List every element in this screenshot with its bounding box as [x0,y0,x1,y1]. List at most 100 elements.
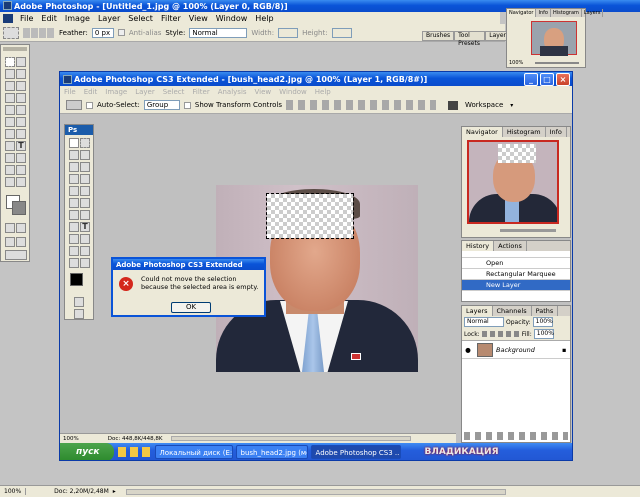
cs3-foreground-color[interactable] [70,273,83,286]
quicklaunch-icons[interactable] [117,447,152,457]
background-color[interactable] [12,201,26,215]
blend-mode-select[interactable]: Normal [464,317,504,327]
tab-layers[interactable]: Layers [582,9,604,17]
eyedropper-icon[interactable] [16,165,26,175]
selection-mode-icons[interactable] [23,27,55,38]
cs3-zoom-icon[interactable] [80,258,90,268]
cs3-crop-tool-icon[interactable] [69,162,79,172]
maximize-button[interactable]: □ [540,72,554,86]
tab-histogram[interactable]: Histogram [551,9,582,17]
align-icons[interactable] [285,100,436,110]
cs3-shape-icon[interactable] [80,234,90,244]
navigator-zoom-slider[interactable] [500,229,556,232]
workspace-dropdown-icon[interactable]: ▾ [510,102,513,109]
tab-cs3-layers[interactable]: Layers [462,306,493,316]
cs3-notes-icon[interactable] [69,246,79,256]
cs3-gradient-icon[interactable] [80,198,90,208]
cs3-eraser-icon[interactable] [69,198,79,208]
shape-tool-icon[interactable] [16,153,26,163]
tab-cs3-navigator[interactable]: Navigator [462,127,503,137]
layer-visibility-icon[interactable]: ● [462,346,474,354]
tab-cs3-histogram[interactable]: Histogram [503,127,546,137]
taskbar-item-disk[interactable]: Локальный диск (E:) [154,445,233,459]
auto-select-checkbox[interactable] [86,101,93,109]
history-snapshot[interactable] [462,251,570,258]
cs3-eyedropper-icon[interactable] [80,246,90,256]
close-button[interactable]: × [556,72,570,86]
cs3-menu-filter[interactable]: Filter [188,88,213,96]
cs3-type-icon[interactable]: T [80,222,90,232]
layers-footer-icons[interactable] [464,432,568,440]
taskbar-item-photoshop[interactable]: Adobe Photoshop CS3 ... [310,445,401,459]
brush-tool-icon[interactable] [16,93,26,103]
fill-input[interactable]: 100% [533,329,554,339]
menu-view[interactable]: View [185,14,212,23]
tab-tool-presets[interactable]: Tool Presets [454,31,486,47]
healing-brush-icon[interactable] [5,93,15,103]
minimize-button[interactable]: _ [524,72,538,86]
outer-status-arrow[interactable]: ▸ [113,488,116,495]
cs3-brush-icon[interactable] [80,174,90,184]
menu-filter[interactable]: Filter [157,14,185,23]
notes-tool-icon[interactable] [5,165,15,175]
hand-tool-icon[interactable] [5,177,15,187]
cs3-scrollbar[interactable] [170,436,411,441]
cs3-screen-mode-icon[interactable] [74,309,84,319]
history-brush-icon[interactable] [16,105,26,115]
cs3-path-select-icon[interactable] [69,234,79,244]
cs3-lasso-tool-icon[interactable] [69,150,79,160]
cs3-dodge-icon[interactable] [80,210,90,220]
cs3-hand-icon[interactable] [69,258,79,268]
cs3-move-tool-icon[interactable] [69,138,79,148]
layer-row-background[interactable]: ● Background ▪ [462,341,570,359]
outer-scrollbar[interactable] [125,488,506,495]
feather-input[interactable]: 0 px [91,27,114,38]
transform-checkbox[interactable] [183,101,191,109]
magic-wand-icon[interactable] [16,69,26,79]
antialias-checkbox[interactable] [117,29,125,36]
tab-channels[interactable]: Channels [493,306,532,316]
fullscreen-mode-icon[interactable] [16,237,26,247]
move-tool-preset-icon[interactable] [66,100,82,110]
history-item[interactable]: Open [462,258,570,269]
height-input[interactable] [331,27,352,38]
tab-cs3-info[interactable]: Info [546,127,567,137]
cs3-menu-window[interactable]: Window [275,88,311,96]
pen-tool-icon[interactable] [5,153,15,163]
quick-mask-icon[interactable] [5,223,15,233]
workspace-icon[interactable] [447,100,458,110]
ps-menu-icon[interactable] [3,13,13,23]
clone-stamp-icon[interactable] [5,105,15,115]
workspace-button[interactable]: Workspace [462,101,506,109]
outer-nav-slider[interactable] [535,62,579,64]
menu-image[interactable]: Image [61,14,94,23]
cs3-blur-icon[interactable] [69,210,79,220]
menu-select[interactable]: Select [124,14,157,23]
menu-help[interactable]: Help [251,14,277,23]
cs3-menu-file[interactable]: File [60,88,80,96]
cs3-menu-help[interactable]: Help [311,88,335,96]
cs3-healing-icon[interactable] [69,174,79,184]
tab-actions[interactable]: Actions [494,241,527,251]
cs3-slice-tool-icon[interactable] [80,162,90,172]
eraser-tool-icon[interactable] [5,117,15,127]
tab-navigator[interactable]: Navigator [507,9,537,17]
tab-brushes[interactable]: Brushes [422,31,455,41]
cs3-quick-select-icon[interactable] [80,150,90,160]
marquee-preset-icon[interactable] [3,26,19,39]
cs3-menu-image[interactable]: Image [101,88,131,96]
menu-layer[interactable]: Layer [94,14,124,23]
zoom-tool-icon[interactable] [16,177,26,187]
standard-mode-icon[interactable] [16,223,26,233]
tab-paths[interactable]: Paths [532,306,559,316]
taskbar-item-bush[interactable]: bush_head2.jpg (моо... [235,445,308,459]
screen-mode-icon[interactable] [5,237,15,247]
path-select-icon[interactable] [5,141,15,151]
lock-icons[interactable] [481,331,520,337]
type-tool-icon[interactable]: T [16,141,26,151]
cs3-history-brush-icon[interactable] [80,186,90,196]
lasso-tool-icon[interactable] [5,69,15,79]
crop-tool-icon[interactable] [5,81,15,91]
jump-to-icon[interactable] [5,250,27,260]
dialog-ok-button[interactable]: OK [171,302,211,313]
